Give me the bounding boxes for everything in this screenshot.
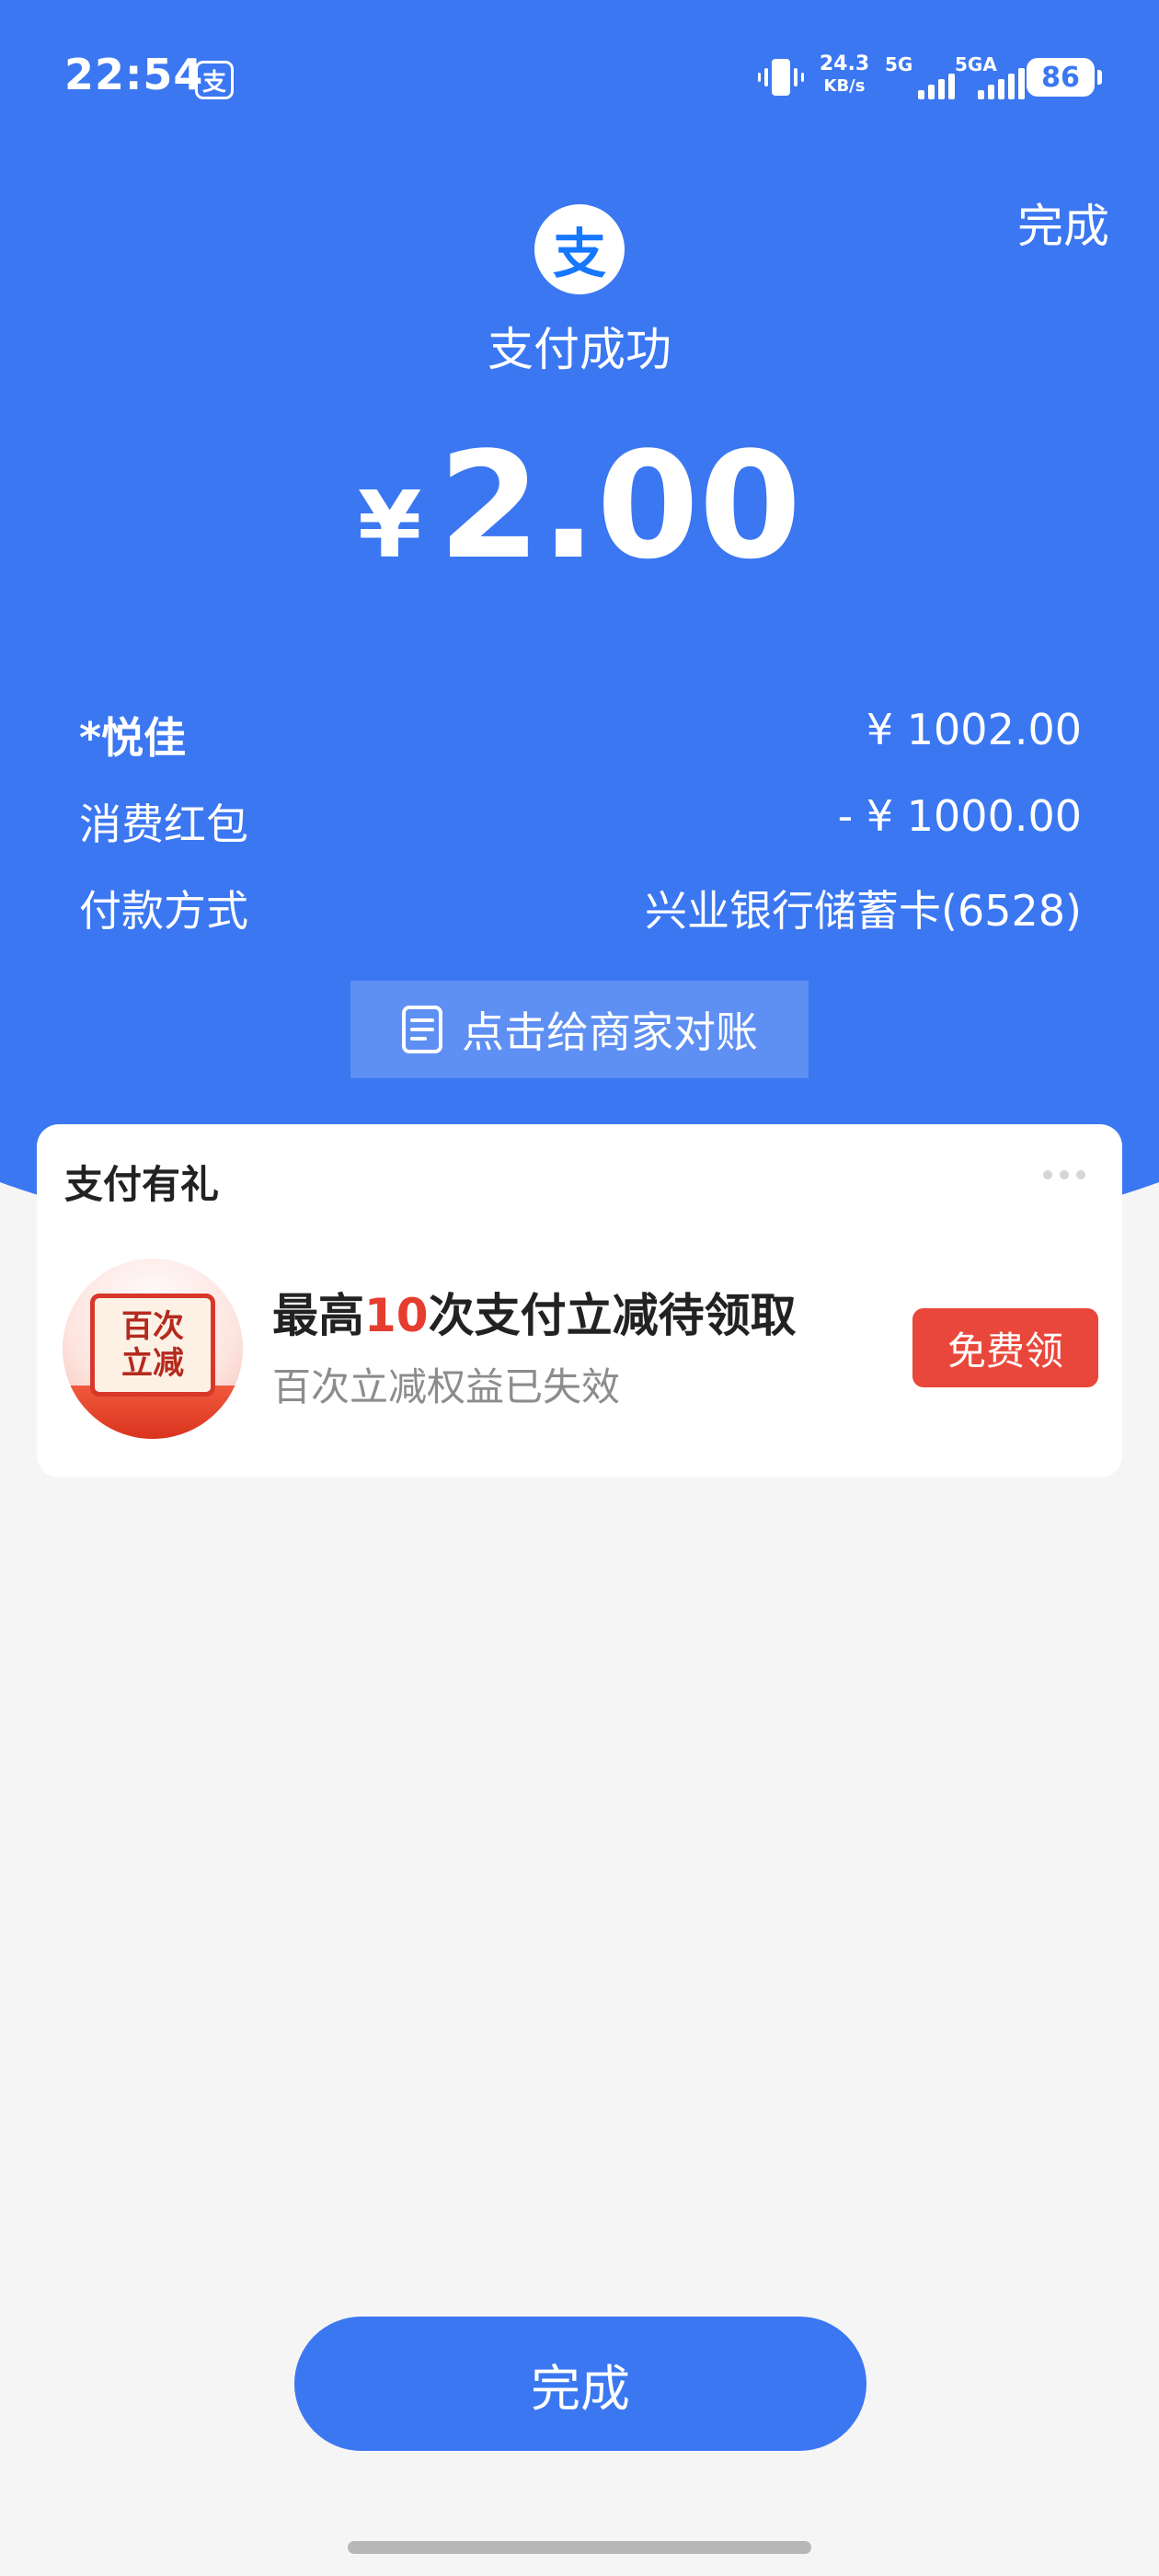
home-indicator[interactable]: [348, 2541, 811, 2554]
header-done-button[interactable]: 完成: [1017, 190, 1109, 256]
done-button[interactable]: 完成: [294, 2317, 866, 2451]
promo-headline-suffix: 次支付立减待领取: [428, 1289, 797, 1342]
payment-gift-card: 支付有礼 百次 立减 最高10次支付立减待领取 百次立减权益已失效 免费领: [37, 1124, 1122, 1478]
more-options-icon[interactable]: [1043, 1170, 1085, 1179]
hundred-discount-icon: 百次 立减: [63, 1259, 243, 1439]
payment-amount: ¥ 2.00: [0, 432, 1159, 580]
signal-5g-label: 5G: [885, 53, 913, 75]
promo-headline: 最高10次支付立减待领取: [272, 1279, 797, 1345]
battery-icon: 86: [1027, 58, 1102, 97]
promo-headline-prefix: 最高: [272, 1289, 364, 1342]
payment-method-value: 兴业银行储蓄卡(6528): [645, 886, 1082, 936]
payment-success-title: 支付成功: [488, 323, 671, 376]
status-bar: 22:54 支 24.3 KB/s 5G 5GA 86: [0, 0, 1159, 156]
alipay-notification-icon: 支: [195, 61, 234, 99]
status-time: 22:54: [64, 50, 204, 99]
detail-row-merchant: *悦佳 ¥ 1002.00: [79, 705, 1082, 765]
payment-success-page: 22:54 支 24.3 KB/s 5G 5GA 86 完成 支 支付成功 ¥ …: [0, 0, 1159, 2576]
red-packet-label: 消费红包: [79, 799, 248, 849]
promo-icon-text-top: 百次: [121, 1308, 184, 1345]
payment-method-label: 付款方式: [79, 886, 248, 936]
promo-headline-highlight: 10: [364, 1289, 429, 1342]
currency-symbol: ¥: [357, 471, 422, 579]
gift-card-title: 支付有礼: [64, 1162, 220, 1207]
reconcile-label: 点击给商家对账: [462, 1007, 758, 1057]
merchant-name: *悦佳: [79, 713, 187, 763]
original-amount: ¥ 1002.00: [866, 705, 1082, 754]
network-speed: 24.3 KB/s: [817, 53, 872, 98]
signal-5ga-icon: 5GA: [955, 53, 1025, 99]
claim-free-button[interactable]: 免费领: [912, 1308, 1098, 1387]
amount-value: 2.00: [438, 420, 802, 592]
detail-row-payment-method: 付款方式 兴业银行储蓄卡(6528): [79, 878, 1082, 938]
red-packet-discount: - ¥ 1000.00: [837, 791, 1082, 841]
signal-5g-icon: 5G: [885, 53, 955, 99]
reconcile-with-merchant-button[interactable]: 点击给商家对账: [350, 981, 809, 1078]
promo-subtitle: 百次立减权益已失效: [272, 1364, 621, 1409]
alipay-logo-icon: 支: [534, 204, 625, 294]
vibrate-icon: [758, 59, 804, 96]
network-speed-unit: KB/s: [823, 76, 866, 96]
network-speed-value: 24.3: [819, 52, 870, 75]
detail-row-red-packet: 消费红包 - ¥ 1000.00: [79, 791, 1082, 852]
document-icon: [402, 1006, 442, 1053]
promo-icon-text-bottom: 立减: [121, 1345, 184, 1382]
